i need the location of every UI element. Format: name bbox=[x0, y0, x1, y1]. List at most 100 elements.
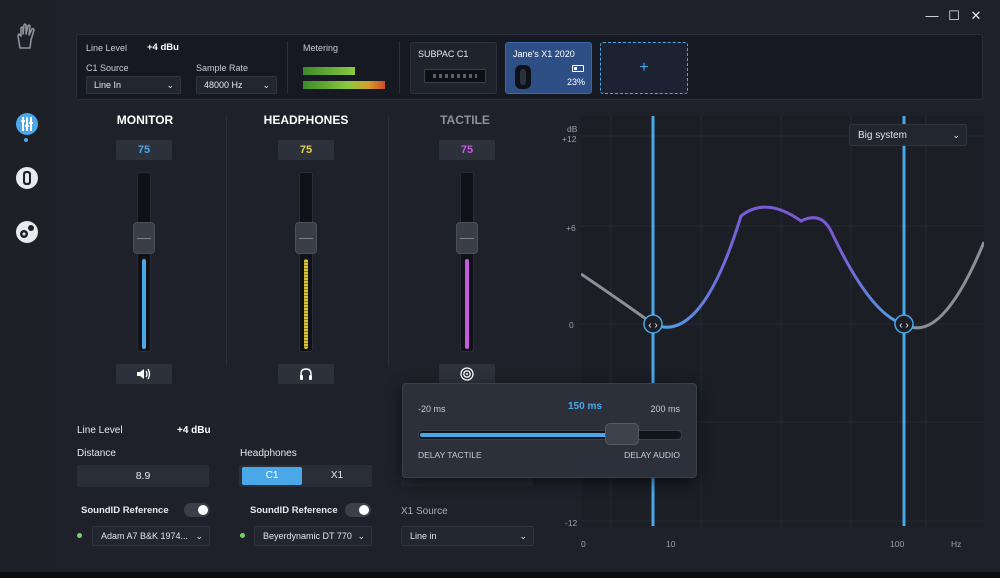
device-icon[interactable] bbox=[13, 164, 41, 192]
x-tick-label: 100 bbox=[890, 539, 905, 549]
tactile-title: TACTILE bbox=[440, 113, 490, 127]
y-tick-label: -12 bbox=[565, 518, 578, 528]
delay-slider-track[interactable] bbox=[418, 430, 682, 440]
chevron-down-icon: ⌄ bbox=[519, 531, 527, 541]
headphones-slider-knob[interactable] bbox=[295, 222, 317, 254]
divider bbox=[287, 41, 288, 93]
delay-slider-knob[interactable] bbox=[605, 423, 639, 445]
monitor-reference-value: Adam A7 B&K 1974... bbox=[101, 531, 189, 541]
minimize-button[interactable]: — bbox=[924, 8, 940, 24]
divider bbox=[388, 116, 389, 366]
metering-label: Metering bbox=[303, 43, 339, 53]
meter-bar-right bbox=[303, 81, 385, 89]
headphones-reference-value: Beyerdynamic DT 770 bbox=[263, 531, 352, 541]
headphones-volume-slider[interactable] bbox=[299, 172, 313, 352]
hand-logo-icon[interactable] bbox=[13, 22, 41, 50]
add-device-button[interactable]: + bbox=[600, 42, 688, 94]
preset-dropdown[interactable]: Big system ⌄ bbox=[849, 124, 967, 146]
delay-current-value: 150 ms bbox=[568, 401, 602, 412]
monitor-reference-dropdown[interactable]: Adam A7 B&K 1974... ⌄ bbox=[92, 526, 210, 546]
headphones-title: HEADPHONES bbox=[263, 113, 349, 127]
x-axis-unit: Hz bbox=[951, 539, 962, 549]
x-tick-label: 10 bbox=[666, 539, 676, 549]
speaker-icon bbox=[137, 368, 151, 380]
close-button[interactable]: ✕ bbox=[968, 8, 984, 24]
delay-popup: -20 ms 150 ms 200 ms DELAY TACTILE DELAY… bbox=[402, 383, 697, 478]
tactile-slider-knob[interactable] bbox=[456, 222, 478, 254]
chevron-down-icon: ⌄ bbox=[357, 531, 365, 541]
soundid-reference-label: SoundID Reference bbox=[81, 505, 169, 516]
y-tick-label: 0 bbox=[569, 320, 574, 330]
monitor-slider-knob[interactable] bbox=[133, 222, 155, 254]
crossover-handle-high: ‹ › bbox=[894, 314, 914, 334]
monitor-title: MONITOR bbox=[116, 113, 174, 127]
delay-min-label: -20 ms bbox=[418, 404, 446, 414]
sample-rate-dropdown[interactable]: 48000 Hz ⌄ bbox=[196, 76, 277, 94]
top-settings-panel: Line Level +4 dBu C1 Source Line In ⌄ Sa… bbox=[76, 34, 983, 100]
headphones-mute-button[interactable] bbox=[278, 364, 334, 384]
x1-vest-image bbox=[515, 65, 531, 89]
speaker-mute-button[interactable] bbox=[116, 364, 172, 384]
delay-slider-fill bbox=[420, 433, 620, 437]
headphones-reference-dropdown[interactable]: Beyerdynamic DT 770 ⌄ bbox=[254, 526, 372, 546]
chevron-down-icon: ⌄ bbox=[195, 531, 203, 541]
x1-source-dropdown[interactable]: Line in ⌄ bbox=[401, 526, 534, 546]
sample-rate-value: 48000 Hz bbox=[204, 80, 243, 90]
crossover-handle-low: ‹ › bbox=[643, 314, 663, 334]
line-level-value: +4 dBu bbox=[177, 425, 211, 436]
distance-input[interactable]: 8.9 bbox=[77, 465, 209, 487]
battery-icon bbox=[572, 65, 584, 72]
device-card-subpac[interactable]: SUBPAC C1 bbox=[410, 42, 497, 94]
status-dot bbox=[77, 533, 82, 538]
headphones-label: Headphones bbox=[240, 448, 297, 459]
device-name: Jane's X1 2020 bbox=[513, 49, 575, 59]
divider bbox=[226, 116, 227, 366]
delay-audio-caption: DELAY AUDIO bbox=[624, 450, 680, 460]
divider bbox=[399, 41, 400, 93]
tactile-mute-button[interactable] bbox=[439, 364, 495, 384]
sample-rate-label: Sample Rate bbox=[196, 63, 249, 73]
c1-source-label: C1 Source bbox=[86, 63, 129, 73]
delay-tactile-caption: DELAY TACTILE bbox=[418, 450, 482, 460]
tactile-volume-value[interactable]: 75 bbox=[439, 140, 495, 160]
monitor-soundid-toggle[interactable] bbox=[184, 503, 210, 517]
headphones-soundid-toggle[interactable] bbox=[345, 503, 371, 517]
maximize-button[interactable]: ☐ bbox=[946, 8, 962, 24]
svg-text:‹ ›: ‹ › bbox=[648, 320, 657, 331]
device-card-x1[interactable]: Jane's X1 2020 23% bbox=[505, 42, 592, 94]
main-area: — ☐ ✕ Line Level +4 dBu C1 Source Line I… bbox=[56, 0, 1000, 572]
battery-percent: 23% bbox=[566, 77, 585, 87]
distance-label: Distance bbox=[77, 448, 116, 459]
tactile-volume-slider[interactable] bbox=[460, 172, 474, 352]
left-sidebar bbox=[0, 0, 56, 572]
headphones-level-fill bbox=[304, 259, 308, 349]
svg-text:‹ ›: ‹ › bbox=[899, 320, 908, 331]
y-axis-unit: dB bbox=[567, 124, 578, 134]
monitor-level-fill bbox=[142, 259, 146, 349]
x1-source-value: Line in bbox=[410, 531, 437, 541]
tactile-level-fill bbox=[465, 259, 469, 349]
chevron-down-icon: ⌄ bbox=[952, 130, 960, 140]
line-level-label: Line Level bbox=[77, 425, 123, 436]
c1-source-value: Line In bbox=[94, 80, 122, 90]
headphones-icon bbox=[300, 367, 312, 380]
c1-source-dropdown[interactable]: Line In ⌄ bbox=[86, 76, 181, 94]
headphones-volume-value[interactable]: 75 bbox=[278, 140, 334, 160]
headphones-option-c1[interactable]: C1 bbox=[242, 467, 302, 485]
headphones-option-x1[interactable]: X1 bbox=[306, 467, 368, 485]
soundid-icon[interactable] bbox=[13, 218, 41, 246]
chevron-down-icon: ⌄ bbox=[166, 80, 174, 90]
meter-bar-left bbox=[303, 67, 355, 75]
preset-value: Big system bbox=[858, 130, 907, 141]
monitor-volume-slider[interactable] bbox=[137, 172, 151, 352]
soundid-reference-label: SoundID Reference bbox=[250, 505, 338, 516]
tactile-target-icon bbox=[460, 367, 474, 381]
x-tick-label: 0 bbox=[581, 539, 586, 549]
y-tick-label: +12 bbox=[562, 134, 577, 144]
line-level-value: +4 dBu bbox=[147, 42, 179, 53]
eq-response-curve bbox=[580, 205, 986, 330]
mixer-icon[interactable] bbox=[13, 110, 41, 138]
subpac-c1-image bbox=[424, 69, 486, 83]
monitor-volume-value[interactable]: 75 bbox=[116, 140, 172, 160]
app-window: — ☐ ✕ Line Level +4 dBu C1 Source Line I… bbox=[0, 0, 1000, 578]
